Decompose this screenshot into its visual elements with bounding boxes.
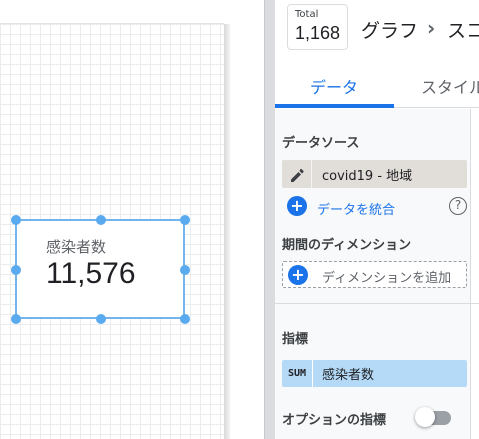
resize-handle-top-left[interactable] [11, 215, 21, 225]
canvas-top-border [0, 23, 224, 24]
metrics-title: 指標 [282, 332, 309, 347]
data-source-chip[interactable]: covid19 - 地域 [282, 160, 467, 188]
panel-scroll-gutter [471, 109, 479, 439]
total-label: Total [295, 9, 319, 20]
panel-gutter-line [470, 109, 471, 439]
panel-tabs: データ スタイル [275, 60, 479, 108]
data-source-name: covid19 - 地域 [322, 169, 413, 184]
resize-handle-right[interactable] [180, 265, 190, 275]
canvas-edge-shadow [224, 24, 230, 439]
plus-circle-icon[interactable]: + [287, 196, 307, 216]
panel-divider [264, 0, 275, 439]
blend-data-link[interactable]: データを統合 [317, 199, 395, 218]
scorecard-value: 11,576 [46, 257, 136, 290]
canvas-top-margin [0, 0, 230, 23]
plus-circle-icon[interactable]: + [288, 265, 308, 285]
properties-panel: Total 1,168 グラフ › スコ データ スタイル データソース cov… [275, 0, 479, 439]
data-source-title: データソース [282, 136, 360, 151]
add-dimension-label: ディメンションを追加 [322, 271, 452, 286]
resize-handle-bottom-right[interactable] [180, 314, 190, 324]
resize-handle-bottom[interactable] [96, 314, 106, 324]
report-editor: 感染者数 11,576 Total 1,168 グラフ › スコ データ スタイ… [0, 0, 479, 439]
resize-handle-top[interactable] [96, 215, 106, 225]
resize-handle-bottom-left[interactable] [11, 314, 21, 324]
resize-handle-left[interactable] [11, 265, 21, 275]
optional-metrics-toggle-thumb[interactable] [415, 407, 435, 427]
metric-name: 感染者数 [322, 368, 375, 383]
resize-handle-top-right[interactable] [180, 215, 190, 225]
panel-header: Total 1,168 グラフ › スコ [275, 0, 479, 60]
metric-chip[interactable]: SUM 感染者数 [282, 360, 467, 387]
date-range-dimension-title: 期間のディメンション [282, 238, 412, 253]
help-circle-icon[interactable]: ? [449, 197, 467, 215]
total-value: 1,168 [295, 23, 341, 43]
breadcrumb-separator-icon: › [427, 16, 436, 40]
add-dimension-dropzone[interactable]: + ディメンションを追加 [282, 261, 467, 288]
breadcrumb-scorecard[interactable]: スコ [447, 16, 479, 43]
total-count-box: Total 1,168 [287, 4, 348, 50]
scorecard-metric-label: 感染者数 [46, 238, 107, 256]
active-tab-indicator [275, 104, 394, 108]
optional-metrics-title: オプションの指標 [282, 413, 387, 428]
section-divider [275, 303, 479, 304]
tab-style[interactable]: スタイル [421, 74, 479, 98]
metric-aggregation-badge[interactable]: SUM [282, 360, 313, 387]
scorecard-chart[interactable]: 感染者数 11,576 [15, 219, 185, 319]
tab-data[interactable]: データ [310, 74, 358, 98]
pencil-icon[interactable] [282, 160, 312, 188]
breadcrumb-chart[interactable]: グラフ [361, 16, 418, 43]
